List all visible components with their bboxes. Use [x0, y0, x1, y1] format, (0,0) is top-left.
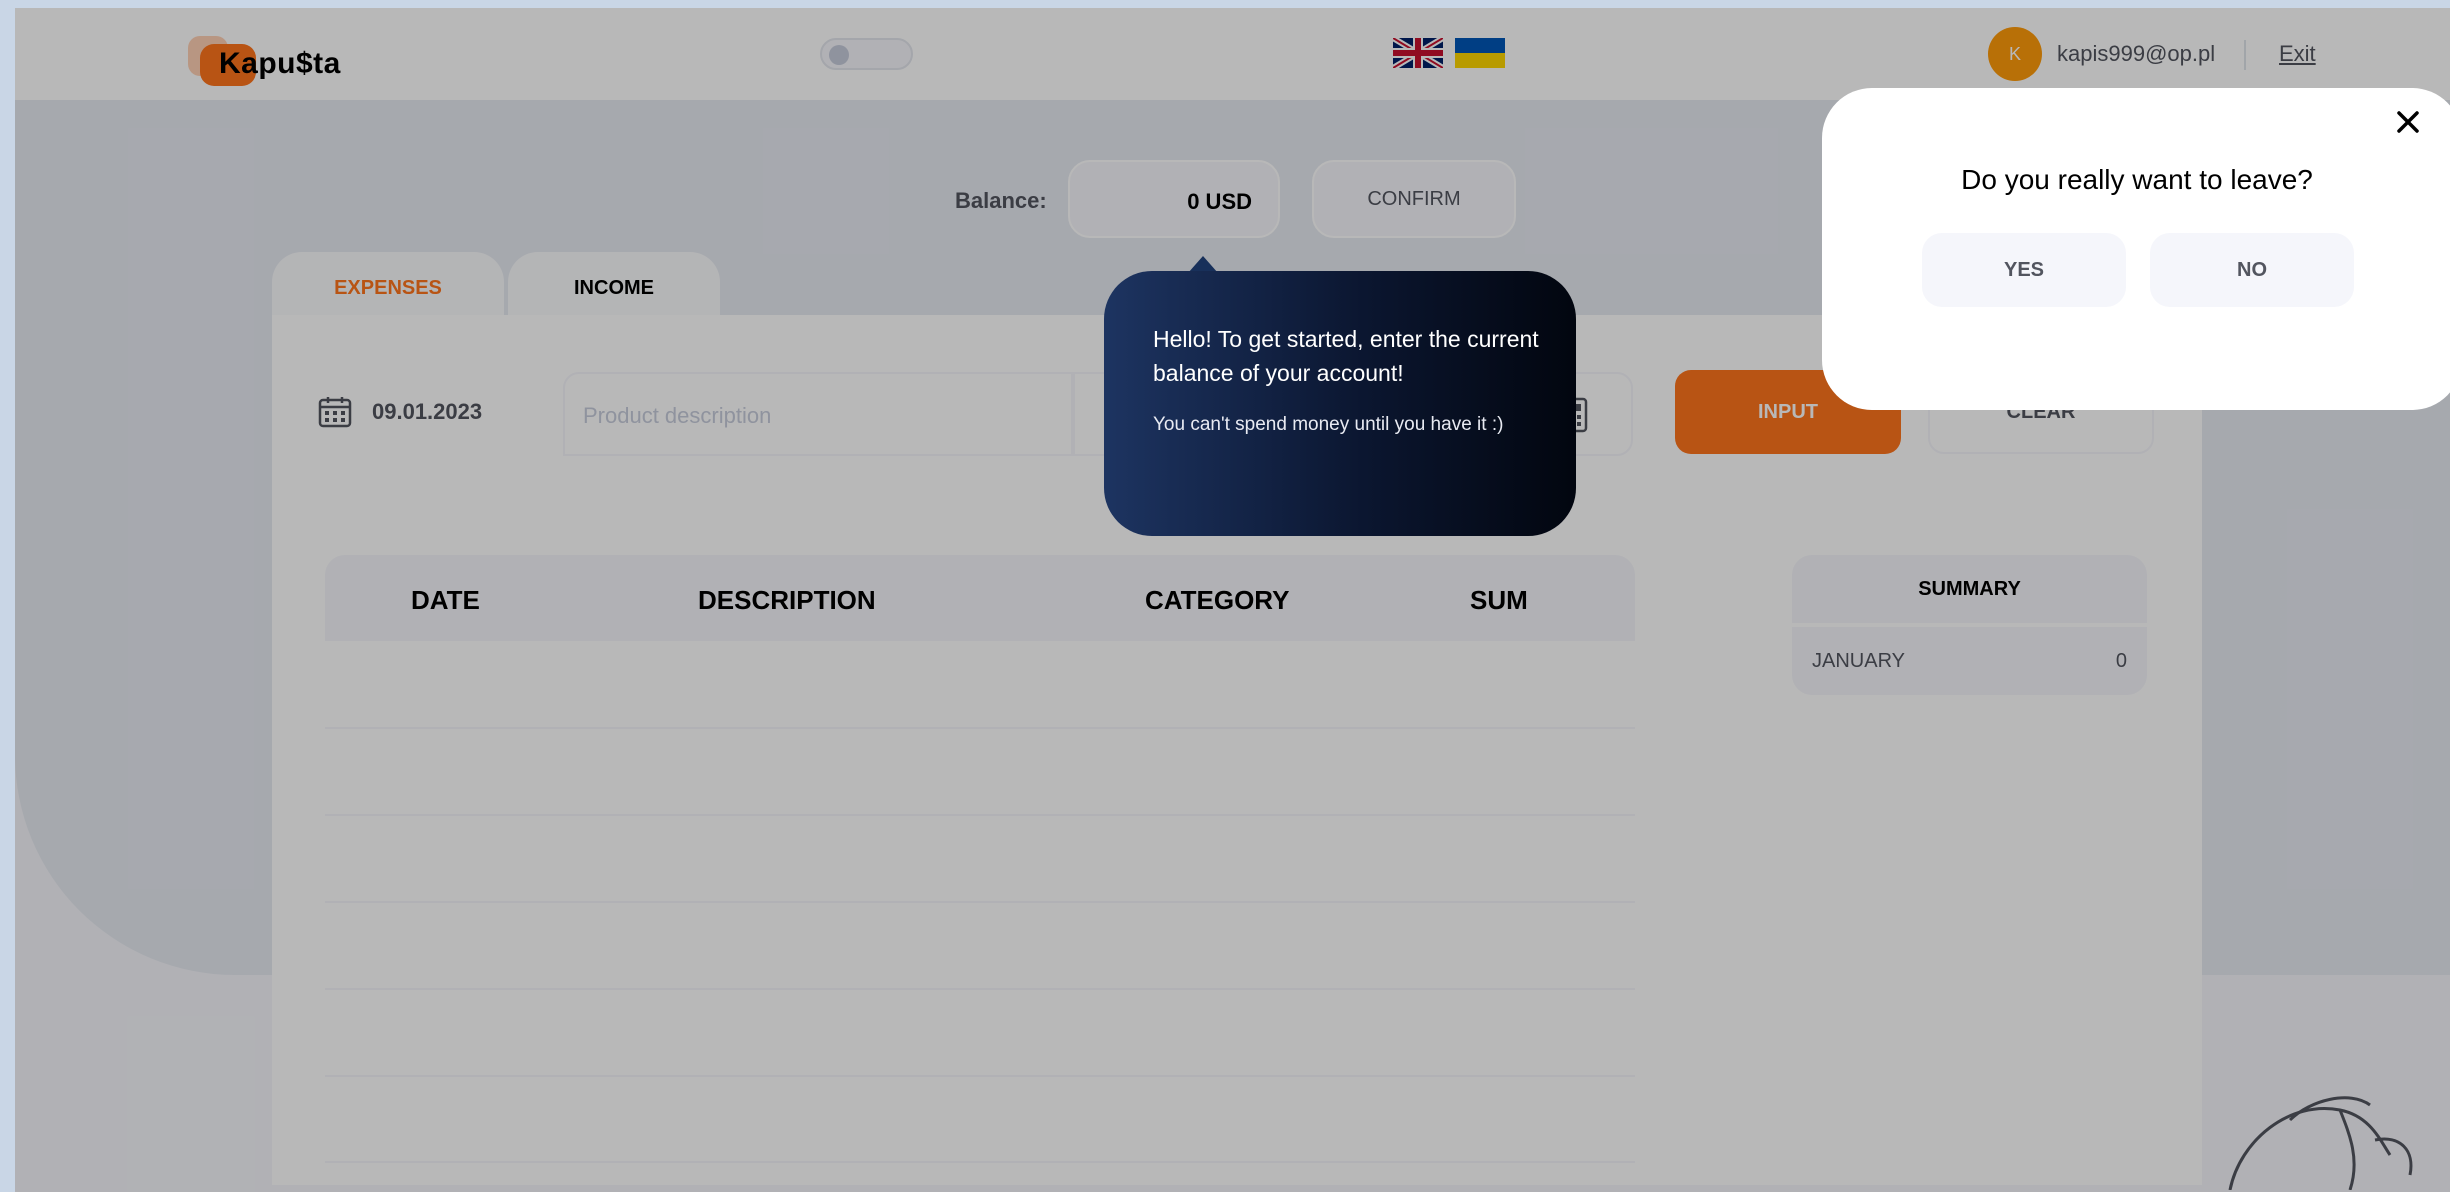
balance-tooltip: Hello! To get started, enter the current… [1104, 271, 1576, 536]
no-button[interactable]: NO [2150, 233, 2354, 307]
close-icon[interactable] [2393, 107, 2423, 137]
yes-button[interactable]: YES [1922, 233, 2126, 307]
tooltip-message: Hello! To get started, enter the current… [1153, 326, 1539, 386]
leave-confirm-modal [1822, 88, 2450, 410]
tooltip-note: You can't spend money until you have it … [1153, 414, 1504, 435]
modal-question: Do you really want to leave? [1961, 164, 2313, 195]
